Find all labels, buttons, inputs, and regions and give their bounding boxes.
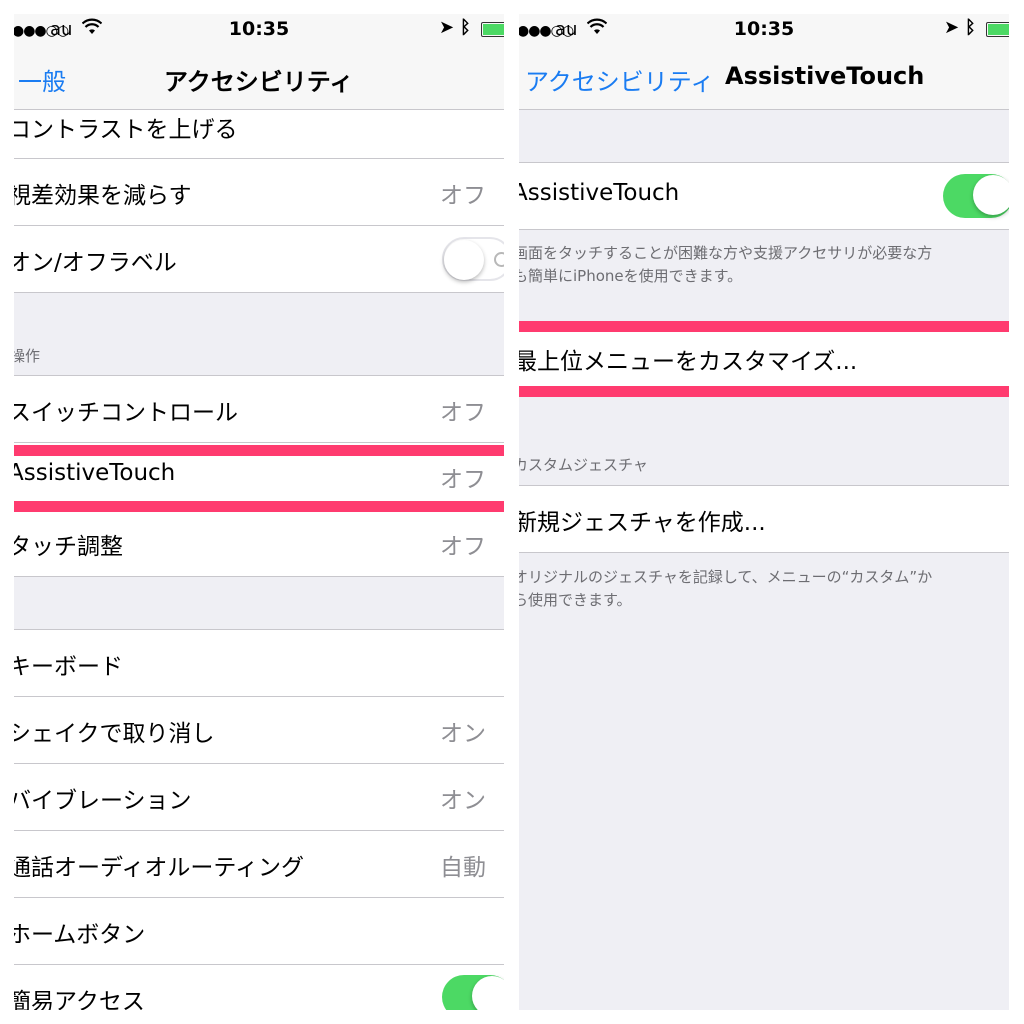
- switch-control-row[interactable]: スイッチコントロール オフ: [14, 376, 504, 442]
- row-label: AssistiveTouch: [14, 460, 176, 486]
- status-bar: ●●●○○ au 10:35 ➤ ᛒ: [519, 14, 1009, 45]
- battery-icon: [481, 22, 504, 37]
- row-value: オン: [440, 788, 486, 814]
- row-value: オフ: [440, 400, 486, 426]
- row-label: ホームボタン: [14, 922, 146, 948]
- back-button-general[interactable]: 一般: [18, 62, 66, 97]
- status-time: 10:35: [228, 18, 290, 40]
- section-header-interaction: 操作: [14, 347, 41, 365]
- row-label: スイッチコントロール: [14, 400, 238, 426]
- row-value: オフ: [440, 534, 486, 560]
- accessibility-screen: ●●●○○ au 10:35 ➤ ᛒ 一般 アクセシビリティ コントラストを上げ…: [14, 14, 504, 1010]
- reachability-switch[interactable]: [442, 975, 504, 1010]
- onoff-labels-row: オン/オフラベル: [14, 226, 504, 292]
- row-label: キーボード: [14, 654, 123, 680]
- touch-accommodations-row[interactable]: タッチ調整 オフ: [14, 510, 504, 576]
- customize-top-menu-row[interactable]: 最上位メニューをカスタマイズ...: [519, 325, 1009, 391]
- row-value: オフ: [440, 467, 486, 493]
- section-header-custom-gestures: カスタムジェスチャ: [519, 456, 648, 474]
- bluetooth-icon: ᛒ: [460, 17, 471, 38]
- reduce-motion-row[interactable]: 視差効果を減らす オフ: [14, 159, 504, 225]
- status-time: 10:35: [733, 18, 795, 40]
- row-label: 最上位メニューをカスタマイズ...: [519, 349, 858, 375]
- onoff-labels-switch[interactable]: [442, 237, 504, 281]
- keyboard-row[interactable]: キーボード: [14, 630, 504, 696]
- row-label: バイブレーション: [14, 788, 192, 814]
- row-label: コントラストを上げる: [14, 117, 238, 143]
- row-label: 視差効果を減らす: [14, 183, 192, 209]
- highlight-bar-top: [14, 445, 504, 456]
- location-arrow-icon: ➤: [439, 17, 455, 38]
- bluetooth-icon: ᛒ: [965, 17, 976, 38]
- home-button-row[interactable]: ホームボタン: [14, 898, 504, 964]
- page-title: AssistiveTouch: [725, 62, 925, 90]
- navigation-bar: アクセシビリティ AssistiveTouch: [519, 45, 1009, 110]
- row-label: オン/オフラベル: [14, 250, 177, 276]
- status-bar: ●●●○○ au 10:35 ➤ ᛒ: [14, 14, 504, 45]
- shake-to-undo-row[interactable]: シェイクで取り消し オン: [14, 697, 504, 763]
- highlight-bar-bottom: [519, 386, 1009, 397]
- row-label: シェイクで取り消し: [14, 721, 215, 747]
- assistivetouch-description: 画面をタッチすることが困難な方や支援アクセサリが必要な方 も簡単にiPhoneを…: [519, 244, 933, 285]
- highlight-bar-bottom: [14, 501, 504, 512]
- row-value: オフ: [440, 183, 486, 209]
- contrast-row[interactable]: コントラストを上げる: [14, 110, 504, 160]
- highlight-bar-top: [519, 321, 1009, 332]
- call-audio-routing-row[interactable]: 通話オーディオルーティング 自動: [14, 831, 504, 897]
- location-arrow-icon: ➤: [944, 17, 960, 38]
- page-title: アクセシビリティ: [164, 68, 354, 96]
- assistivetouch-switch[interactable]: [943, 174, 1009, 218]
- row-value: 自動: [440, 855, 486, 881]
- assistivetouch-toggle-row: AssistiveTouch: [519, 163, 1009, 229]
- back-button-accessibility[interactable]: アクセシビリティ: [525, 62, 714, 97]
- reachability-row: 簡易アクセス: [14, 965, 504, 1010]
- vibration-row[interactable]: バイブレーション オン: [14, 764, 504, 830]
- row-label: タッチ調整: [14, 534, 123, 560]
- off-label-icon: [494, 252, 504, 267]
- battery-icon: [986, 22, 1009, 37]
- row-label: 簡易アクセス: [14, 989, 145, 1010]
- create-new-gesture-row[interactable]: 新規ジェスチャを作成...: [519, 486, 1009, 552]
- row-value: オン: [440, 721, 486, 747]
- row-label: AssistiveTouch: [519, 180, 680, 206]
- navigation-bar: 一般 アクセシビリティ: [14, 45, 504, 110]
- row-label: 通話オーディオルーティング: [14, 855, 305, 881]
- assistivetouch-screen: ●●●○○ au 10:35 ➤ ᛒ アクセシビリティ AssistiveTou…: [519, 14, 1009, 1010]
- custom-gesture-note: オリジナルのジェスチャを記録して、メニューの“カスタム”か ら使用できます。: [519, 568, 933, 609]
- row-label: 新規ジェスチャを作成...: [519, 510, 766, 536]
